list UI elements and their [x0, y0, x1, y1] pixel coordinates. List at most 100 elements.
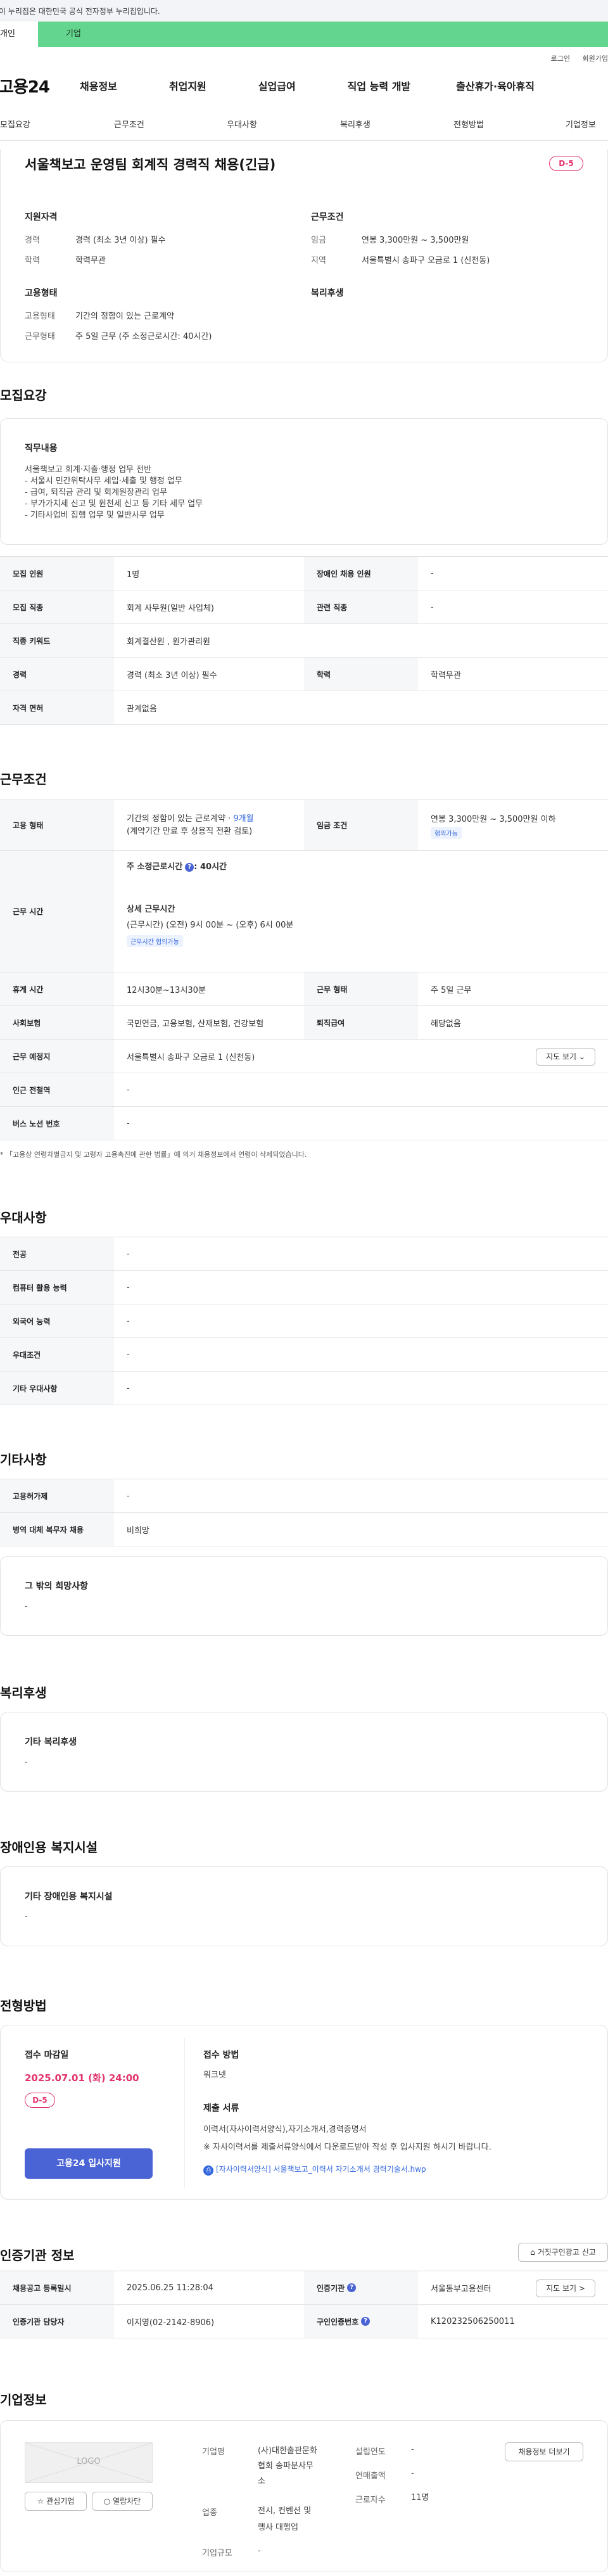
industry-value: 전시, 컨벤션 및 행사 대행업 — [258, 2503, 311, 2536]
cell-value: 관계없음 — [127, 704, 157, 714]
industry-line: 행사 대행업 — [258, 2523, 298, 2532]
cell-label: 사회보험 — [0, 1006, 114, 1039]
gnb-item-unemployment[interactable]: 실업급여 — [258, 78, 296, 93]
career-label: 경력 — [25, 236, 40, 245]
education-label: 학력 — [25, 256, 40, 265]
employment-heading: 고용형태 — [25, 288, 58, 298]
cell-label: 고용 형태 — [0, 800, 114, 850]
table-row: 모집 인원 1명 장애인 채용 인원 - — [0, 557, 608, 590]
cell-value: 회계 사무원(일반 사업체) — [127, 603, 215, 613]
founded-value: - — [411, 2445, 414, 2454]
welfare-value: - — [25, 1757, 28, 1767]
help-icon[interactable]: ? — [361, 2317, 370, 2326]
duty-line: 서울책보고 회계·지출·행정 업무 전반 — [25, 465, 152, 475]
table-row: 경력 경력 (최소 3년 이상) 필수 학력 학력무관 — [0, 658, 608, 691]
cell-value: 회계결산원 , 원가관리원 — [127, 637, 210, 647]
table-row: 휴게 시간 12시30분~13시30분 근무 형태 주 5일 근무 — [0, 972, 608, 1006]
docs-line: 이력서(자사이력서양식),자기소개서,경력증명서 — [203, 2125, 367, 2134]
table-row: 근무 시간 주 소정근로시간?: 40시간 상세 근무시간 (근무시간) (오전… — [0, 851, 608, 972]
deadline-heading: 접수 마감일 — [25, 2050, 69, 2060]
cell-value: 국민연금, 고용보험, 산재보험, 건강보험 — [127, 1019, 264, 1029]
detail-hours-value: (근무시간) (오전) 9시 00분 ~ (오후) 6시 00분 — [127, 921, 294, 930]
company-name-line: (사)대한출판문화 — [258, 2446, 317, 2456]
anchor-recruit[interactable]: 모집요강 — [0, 118, 30, 130]
cell-value: 비희망 — [127, 1526, 149, 1536]
site-logo[interactable]: 고용24 — [0, 74, 68, 98]
table-row: 채용공고 등록일시 2025.06.25 11:28:04 인증기관? 서울동부… — [0, 2271, 608, 2305]
join-link[interactable]: 회원가입 — [583, 54, 608, 63]
staff-label: 근로자수 — [355, 2496, 386, 2505]
bell-icon: ⌂ — [530, 2248, 538, 2257]
cert-map-button[interactable]: 지도 보기 > — [536, 2280, 595, 2297]
anchor-conditions[interactable]: 근무조건 — [114, 118, 144, 130]
cell-label: 구인인증번호? — [304, 2305, 418, 2338]
staff-value: 11명 — [411, 2493, 429, 2503]
favorite-company-button[interactable]: ☆ 관심기업 — [25, 2492, 87, 2511]
anchor-welfare[interactable]: 복리후생 — [340, 118, 370, 130]
attachment-icon: ⎙ — [203, 2165, 213, 2176]
attachment-link[interactable]: ⎙ [자사이력서양식] 서울책보고_이력서 자기소개서 경력기술서.hwp — [203, 2164, 426, 2176]
work-form-value: 주 5일 근무 (주 소정근로시간: 40시간) — [75, 332, 212, 341]
cell-label: 모집 인원 — [0, 557, 114, 590]
table-row: 고용 형태 기간의 정함이 있는 근로계약 · 9개월 (계약기간 만료 후 상… — [0, 800, 608, 851]
region-value: 서울특별시 송파구 오금로 1 (신천동) — [362, 256, 490, 265]
gnb-item-training[interactable]: 직업 능력 개발 — [348, 78, 410, 93]
section-title-cert: 인증기관 정보 — [0, 2248, 75, 2263]
anchor-process[interactable]: 전형방법 — [453, 118, 484, 130]
welfare-box: 기타 복리후생 - — [0, 1712, 608, 1792]
section-title-recruit: 모집요강 — [0, 388, 47, 403]
contract-months: 9개월 — [233, 813, 254, 824]
section-title-conditions: 근무조건 — [0, 772, 47, 787]
job-title: 서울책보고 운영팀 회계직 경력직 채용(긴급) — [25, 157, 276, 172]
scale-value: - — [258, 2546, 261, 2556]
gnb-item-employment-support[interactable]: 취업지원 — [169, 78, 206, 93]
logo-placeholder-text: LOGO — [77, 2457, 101, 2466]
gnb-item-parental-leave[interactable]: 출산휴가·육아휴직 — [456, 78, 535, 93]
table-row: 자격 면허 관계없음 — [0, 691, 608, 725]
tab-personal[interactable]: 개인 — [0, 22, 38, 47]
conditions-table: 고용 형태 기간의 정함이 있는 근로계약 · 9개월 (계약기간 만료 후 상… — [0, 800, 608, 1140]
contract-note: (계약기간 만료 후 상용직 전환 검토) — [127, 826, 253, 836]
table-row: 직종 키워드 회계결산원 , 원가관리원 — [0, 624, 608, 658]
cell-label: 인증기관 담당자 — [0, 2305, 114, 2338]
cell-value: 이지영(02-2142-8906) — [127, 2318, 215, 2328]
false-ad-report-button[interactable]: ⌂ 거짓구인광고 신고 — [518, 2243, 608, 2262]
cert-table: 채용공고 등록일시 2025.06.25 11:28:04 인증기관? 서울동부… — [0, 2271, 608, 2338]
apply-button[interactable]: 고용24 입사지원 — [25, 2148, 153, 2179]
cell-value: 연봉 3,300만원 ~ 3,500만원 이하 협의가능 — [431, 800, 556, 850]
section-anchor-bar: 모집요강 근무조건 우대사항 복리후생 전형방법 기업정보 — [0, 105, 608, 141]
employment-type-main: 기간의 정함이 있는 근로계약 · — [127, 813, 234, 824]
help-icon[interactable]: ? — [185, 863, 194, 872]
anchor-preferences[interactable]: 우대사항 — [227, 118, 257, 130]
anchor-company[interactable]: 기업정보 — [566, 118, 596, 130]
company-logo: LOGO — [25, 2442, 153, 2483]
table-row: 외국어 능력 - — [0, 1304, 608, 1338]
tab-corp[interactable]: 기업 — [38, 22, 608, 47]
block-company-button[interactable]: ○ 열람차단 — [92, 2492, 153, 2511]
company-name-value: (사)대한출판문화 협회 송파분사무 소 — [258, 2444, 317, 2489]
cell-value: 서울특별시 송파구 오금로 1 (신천동) — [127, 1052, 255, 1062]
dday-badge: D-5 — [549, 156, 583, 171]
cell-value: 12시30분~13시30분 — [127, 985, 206, 995]
disabled-heading: 기타 장애인용 복지시설 — [25, 1892, 113, 1902]
map-view-button[interactable]: 지도 보기 ⌄ — [536, 1048, 595, 1066]
employment-type-label: 고용형태 — [25, 312, 55, 321]
more-jobs-button[interactable]: 채용정보 더보기 — [505, 2442, 583, 2461]
cell-label: 근무 형태 — [304, 972, 418, 1005]
industry-label: 업종 — [202, 2508, 217, 2518]
gnb-item-jobs[interactable]: 채용정보 — [80, 78, 117, 93]
section-title-welfare: 복리후생 — [0, 1685, 47, 1700]
section-title-process: 전형방법 — [0, 1998, 47, 2013]
wish-heading: 그 밖의 희망사항 — [25, 1581, 88, 1591]
recruit-table: 모집 인원 1명 장애인 채용 인원 - 모집 직종 회계 사무원(일반 사업체… — [0, 556, 608, 725]
login-link[interactable]: 로그인 — [551, 54, 570, 63]
scale-label: 기업규모 — [202, 2549, 232, 2558]
hours-negotiable-tag: 근무시간 협의가능 — [127, 935, 183, 947]
duty-box: 직무내용 서울책보고 회계·지출·행정 업무 전반 - 서울시 민간위탁사무 세… — [0, 418, 608, 545]
help-icon[interactable]: ? — [347, 2283, 357, 2292]
cell-label: 인근 전철역 — [0, 1073, 114, 1106]
cell-value: 학력무관 — [431, 670, 461, 680]
company-name-line: 협회 송파분사무 — [258, 2461, 314, 2471]
cell-value: - — [127, 1383, 130, 1393]
cell-label: 관련 직종 — [304, 590, 418, 623]
